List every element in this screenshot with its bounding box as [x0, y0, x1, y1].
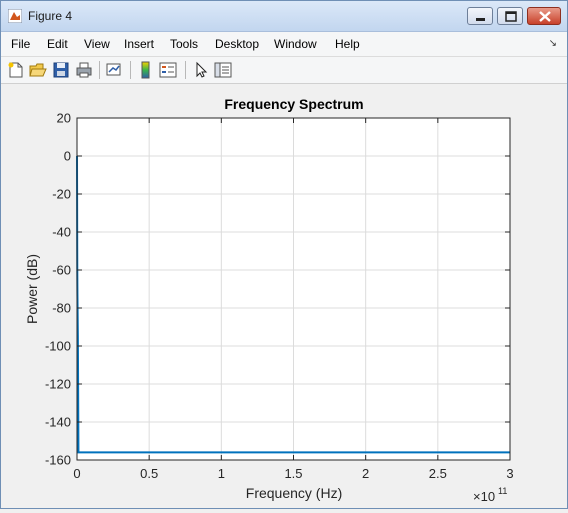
y-tick-label: 20	[57, 111, 71, 126]
x-tick-label: 3	[506, 466, 513, 481]
x-tick-label: 0.5	[140, 466, 158, 481]
menu-desktop[interactable]: Desktop	[215, 37, 259, 51]
open-file-icon[interactable]	[29, 61, 47, 79]
new-figure-icon[interactable]	[7, 61, 25, 79]
menu-file[interactable]: File	[11, 37, 30, 51]
y-tick-label: 0	[64, 149, 71, 164]
x-exponent-label: ×10	[473, 489, 495, 504]
toolbar	[1, 57, 567, 84]
minimize-button[interactable]	[467, 7, 493, 25]
menu-overflow-arrow[interactable]: ↘	[549, 38, 557, 49]
legend-icon[interactable]	[159, 61, 177, 79]
y-tick-label: -140	[45, 415, 71, 430]
link-plot-icon[interactable]	[105, 61, 123, 79]
menu-help[interactable]: Help	[335, 37, 360, 51]
toolbar-separator	[99, 61, 100, 79]
figure-canvas: Frequency Spectrum 0 0.5 1 1.5 2 2.5 3 20 0 -20 -4…	[1, 84, 567, 508]
x-tick-label: 2	[362, 466, 369, 481]
colorbar-icon[interactable]	[137, 61, 155, 79]
menu-bar: File Edit View Insert Tools Desktop Wind…	[1, 32, 567, 57]
y-axis-label: Power (dB)	[24, 254, 40, 324]
x-tick-label: 1.5	[284, 466, 302, 481]
menu-tools[interactable]: Tools	[170, 37, 198, 51]
x-tick-label: 1	[218, 466, 225, 481]
menu-view[interactable]: View	[84, 37, 110, 51]
toolbar-separator	[130, 61, 131, 79]
menu-insert[interactable]: Insert	[124, 37, 154, 51]
pointer-icon[interactable]	[192, 61, 210, 79]
y-tick-label: -20	[52, 187, 71, 202]
figure-window: Figure 4 File Edit View Insert Tools Des…	[0, 0, 568, 509]
close-icon	[539, 11, 551, 22]
menu-window[interactable]: Window	[274, 37, 317, 51]
title-bar[interactable]: Figure 4	[1, 1, 567, 32]
x-axis-label: Frequency (Hz)	[246, 485, 342, 501]
y-tick-label: -160	[45, 453, 71, 468]
x-tick-label: 0	[73, 466, 80, 481]
matlab-logo-icon	[8, 9, 22, 23]
y-tick-label: -80	[52, 301, 71, 316]
window-title: Figure 4	[28, 9, 73, 23]
y-tick-label: -120	[45, 377, 71, 392]
menu-edit[interactable]: Edit	[47, 37, 68, 51]
property-editor-icon[interactable]	[214, 61, 232, 79]
y-tick-label: -40	[52, 225, 71, 240]
y-tick-label: -60	[52, 263, 71, 278]
minimize-icon	[476, 18, 485, 21]
close-button[interactable]	[527, 7, 561, 25]
maximize-icon	[505, 11, 517, 22]
chart-svg[interactable]: Frequency Spectrum 0 0.5 1 1.5 2 2.5 3 20 0 -20 -4…	[1, 84, 567, 508]
save-icon[interactable]	[52, 61, 70, 79]
chart-title: Frequency Spectrum	[224, 96, 363, 112]
maximize-button[interactable]	[497, 7, 523, 25]
print-icon[interactable]	[75, 61, 93, 79]
x-exponent-power: 11	[498, 486, 507, 496]
x-tick-label: 2.5	[429, 466, 447, 481]
toolbar-separator	[185, 61, 186, 79]
y-tick-label: -100	[45, 339, 71, 354]
